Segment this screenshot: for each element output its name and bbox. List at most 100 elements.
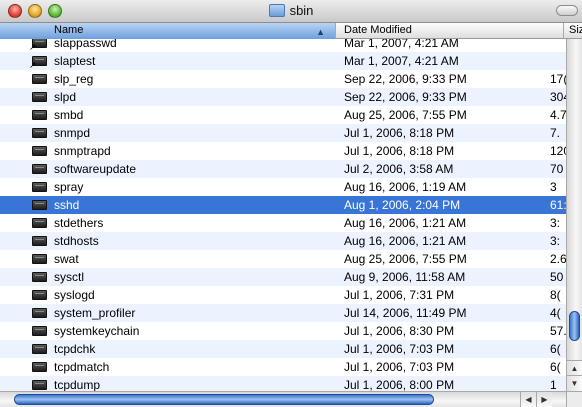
file-date-modified: Jul 1, 2006, 7:03 PM [344,342,455,356]
unix-executable-icon [32,236,47,246]
list-item[interactable]: swat Aug 25, 2006, 7:55 PM 2.6 [0,250,566,268]
column-header-name[interactable]: Name ▲ [0,23,336,39]
list-item[interactable]: system_profiler Jul 14, 2006, 11:49 PM 4( [0,304,566,322]
vertical-scroll-thumb[interactable] [569,311,580,341]
file-name: swat [54,252,79,266]
file-name: stdhosts [54,234,99,248]
column-header-size[interactable]: Siz [564,23,582,39]
list-item[interactable]: slpd Sep 22, 2006, 9:33 PM 304 [0,88,566,106]
unix-executable-icon [32,74,47,84]
file-date-modified: Aug 25, 2006, 7:55 PM [344,108,467,122]
list-item[interactable]: ↗ slappasswd Mar 1, 2007, 4:21 AM [0,39,566,52]
file-size: 304 [550,90,566,104]
scroll-down-arrow-icon[interactable]: ▼ [567,375,582,391]
file-name: snmpd [54,126,91,140]
list-item[interactable]: slp_reg Sep 22, 2006, 9:33 PM 17( [0,70,566,88]
column-header-bar: Name ▲ Date Modified Siz [0,23,582,39]
list-item-selected[interactable]: sshd Aug 1, 2006, 2:04 PM 61: [0,196,566,214]
file-name: tcpdump [54,378,101,391]
file-date-modified: Sep 22, 2006, 9:33 PM [344,72,467,86]
unix-executable-icon [32,218,47,228]
file-name: tcpdchk [54,342,96,356]
unix-executable-icon [32,326,47,336]
unix-executable-icon [32,344,47,354]
file-name: tcpdmatch [54,360,110,374]
file-size: 3: [550,216,561,230]
alias-arrow-icon: ↗ [29,60,37,70]
resize-grow-box[interactable] [566,391,582,407]
list-item[interactable]: sysctl Aug 9, 2006, 11:58 AM 50 [0,268,566,286]
file-date-modified: Aug 25, 2006, 7:55 PM [344,252,467,266]
unix-executable-icon [32,92,47,102]
unix-executable-icon [32,254,47,264]
file-size: 7. [550,126,561,140]
unix-executable-icon [32,272,47,282]
alias-arrow-icon: ↗ [29,42,37,52]
file-name: slp_reg [54,72,94,86]
file-name: spray [54,180,84,194]
file-size: 3 [550,180,557,194]
vertical-scrollbar[interactable]: ▲ ▼ [566,39,582,391]
column-header-date-label: Date Modified [344,24,412,36]
file-size: 2.6 [550,252,566,266]
list-item[interactable]: tcpdchk Jul 1, 2006, 7:03 PM 6( [0,340,566,358]
window-titlebar[interactable]: sbin [0,0,582,23]
horizontal-scroll-thumb[interactable] [14,394,434,405]
scroll-up-arrow-icon[interactable]: ▲ [567,360,582,376]
file-size: 8( [550,288,561,302]
list-item[interactable]: syslogd Jul 1, 2006, 7:31 PM 8( [0,286,566,304]
toolbar-toggle-button[interactable] [556,5,578,16]
list-item[interactable]: stdhosts Aug 16, 2006, 1:21 AM 3: [0,232,566,250]
file-size: 3: [550,234,561,248]
file-date-modified: Mar 1, 2007, 4:21 AM [344,54,459,68]
file-size: 4.7 [550,108,566,122]
file-date-modified: Jul 14, 2006, 11:49 PM [344,306,467,320]
unix-executable-icon [32,308,47,318]
file-name: softwareupdate [54,162,137,176]
list-item[interactable]: snmptrapd Jul 1, 2006, 8:18 PM 120 [0,142,566,160]
file-date-modified: Aug 16, 2006, 1:19 AM [344,180,467,194]
unix-executable-icon [32,128,47,138]
column-header-name-label: Name [54,24,84,36]
list-item[interactable]: snmpd Jul 1, 2006, 8:18 PM 7. [0,124,566,142]
unix-executable-icon [32,110,47,120]
file-size: 17( [550,72,566,86]
horizontal-scrollbar[interactable]: ◀ ▶ [0,391,566,407]
folder-icon [268,4,285,17]
unix-executable-icon [32,200,47,210]
file-size: 1 [550,378,557,391]
unix-executable-icon [32,182,47,192]
file-list: ↗ slappasswd Mar 1, 2007, 4:21 AM ↗ slaptest… [0,39,566,391]
file-name: slaptest [54,54,96,68]
list-item[interactable]: stdethers Aug 16, 2006, 1:21 AM 3: [0,214,566,232]
list-item[interactable]: tcpdump Jul 1, 2006, 8:00 PM 1 [0,376,566,391]
file-name: snmptrapd [54,144,111,158]
list-item[interactable]: ↗ slaptest Mar 1, 2007, 4:21 AM [0,52,566,70]
file-size: 6( [550,360,561,374]
file-size: 6( [550,342,561,356]
file-date-modified: Jul 2, 2006, 3:58 AM [344,162,454,176]
file-size: 70 [550,162,564,176]
sort-ascending-icon: ▲ [316,27,325,37]
file-name: stdethers [54,216,104,230]
file-date-modified: Aug 16, 2006, 1:21 AM [344,216,467,230]
file-date-modified: Sep 22, 2006, 9:33 PM [344,90,467,104]
scroll-right-arrow-icon[interactable]: ▶ [536,392,552,407]
unix-executable-icon [32,380,47,390]
column-header-date-modified[interactable]: Date Modified [336,23,564,39]
list-item[interactable]: softwareupdate Jul 2, 2006, 3:58 AM 70 [0,160,566,178]
unix-executable-icon [32,290,47,300]
file-name: smbd [54,108,84,122]
file-date-modified: Jul 1, 2006, 7:03 PM [344,360,455,374]
file-size: 120 [550,144,566,158]
file-date-modified: Aug 1, 2006, 2:04 PM [344,198,461,212]
file-name: syslogd [54,288,95,302]
file-date-modified: Aug 16, 2006, 1:21 AM [344,234,467,248]
file-date-modified: Aug 9, 2006, 11:58 AM [344,270,466,284]
list-item[interactable]: tcpdmatch Jul 1, 2006, 7:03 PM 6( [0,358,566,376]
list-item[interactable]: spray Aug 16, 2006, 1:19 AM 3 [0,178,566,196]
scroll-left-arrow-icon[interactable]: ◀ [520,392,536,407]
file-size: 4( [550,306,561,320]
list-item[interactable]: systemkeychain Jul 1, 2006, 8:30 PM 57. [0,322,566,340]
list-item[interactable]: smbd Aug 25, 2006, 7:55 PM 4.7 [0,106,566,124]
